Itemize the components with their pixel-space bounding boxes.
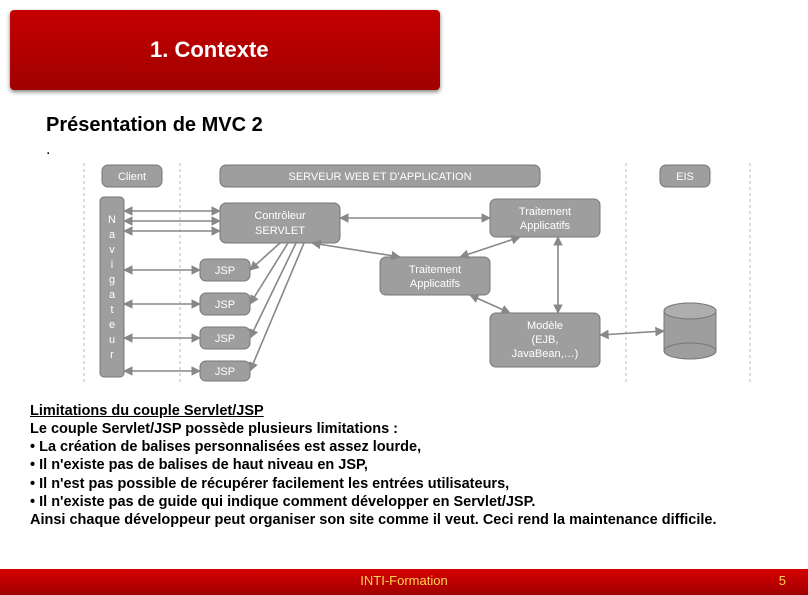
svg-text:g: g bbox=[109, 274, 115, 286]
leading-dot: . bbox=[46, 141, 808, 159]
footer-bar: INTI-Formation 5 bbox=[0, 569, 808, 595]
svg-text:a: a bbox=[109, 289, 116, 301]
svg-text:v: v bbox=[109, 244, 115, 256]
svg-text:a: a bbox=[109, 229, 116, 241]
slide-title: 1. Contexte bbox=[150, 37, 269, 63]
svg-text:t: t bbox=[110, 304, 113, 316]
limitations-l1: Le couple Servlet/JSP possède plusieurs … bbox=[30, 421, 398, 437]
footer-page-number: 5 bbox=[779, 573, 786, 588]
server-label: SERVEUR WEB ET D'APPLICATION bbox=[288, 171, 471, 183]
jsp-label-4: JSP bbox=[215, 366, 235, 378]
database-icon bbox=[664, 303, 716, 359]
modele-2: (EJB, bbox=[532, 334, 559, 346]
footer-center: INTI-Formation bbox=[0, 573, 808, 588]
traitement-2b: Applicatifs bbox=[410, 278, 461, 290]
eis-label: EIS bbox=[676, 171, 694, 183]
subtitle: Présentation de MVC 2 bbox=[46, 114, 808, 137]
limitations-l5: • Il n'existe pas de guide qui indique c… bbox=[30, 494, 535, 510]
svg-text:u: u bbox=[109, 334, 115, 346]
title-bar: 1. Contexte bbox=[10, 10, 440, 90]
svg-text:N: N bbox=[108, 214, 116, 226]
slide: 1. Contexte Présentation de MVC 2 . Clie… bbox=[0, 0, 808, 595]
modele-3: JavaBean,…) bbox=[512, 348, 579, 360]
svg-text:i: i bbox=[111, 259, 113, 271]
svg-text:e: e bbox=[109, 319, 115, 331]
limitations-l2: • La création de balises personnalisées … bbox=[30, 439, 421, 455]
traitement-2a: Traitement bbox=[409, 264, 461, 276]
limitations-block: Limitations du couple Servlet/JSP Le cou… bbox=[30, 402, 788, 529]
modele-1: Modèle bbox=[527, 320, 563, 332]
mvc2-diagram: Client SERVEUR WEB ET D'APPLICATION EIS … bbox=[50, 163, 788, 388]
controller-label-1: Contrôleur bbox=[254, 210, 306, 222]
limitations-l4: • Il n'est pas possible de récupérer fac… bbox=[30, 476, 509, 492]
jsp-label-2: JSP bbox=[215, 299, 235, 311]
jsp-label-1: JSP bbox=[215, 265, 235, 277]
jsp-label-3: JSP bbox=[215, 333, 235, 345]
traitement-1b: Applicatifs bbox=[520, 220, 571, 232]
client-label: Client bbox=[118, 171, 146, 183]
traitement-1a: Traitement bbox=[519, 206, 571, 218]
controller-label-2: SERVLET bbox=[255, 225, 305, 237]
limitations-l3: • Il n'existe pas de balises de haut niv… bbox=[30, 457, 368, 473]
limitations-heading: Limitations du couple Servlet/JSP bbox=[30, 403, 264, 419]
svg-text:r: r bbox=[110, 349, 114, 361]
limitations-l6: Ainsi chaque développeur peut organiser … bbox=[30, 512, 717, 528]
